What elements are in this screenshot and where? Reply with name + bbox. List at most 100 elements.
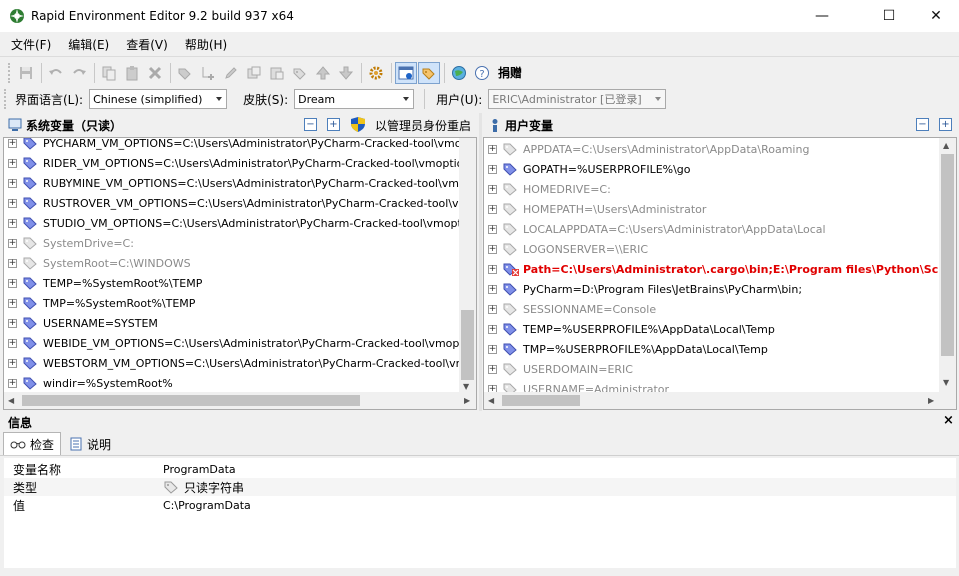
system-variables-list[interactable]: + windir=%SystemRoot% + WEBSTORM_VM_OPTIONS… (3, 137, 477, 410)
expand-icon[interactable]: + (8, 238, 17, 248)
collapse-all-button[interactable]: − (916, 118, 929, 131)
tag-button[interactable] (289, 62, 311, 84)
tab-description[interactable]: 说明 (64, 433, 117, 455)
paste-value-button[interactable] (266, 62, 288, 84)
expand-icon[interactable]: + (488, 304, 497, 314)
maximize-button[interactable]: ☐ (866, 0, 912, 32)
expand-icon[interactable]: + (488, 264, 497, 274)
list-item[interactable]: + USERNAME=SYSTEM (4, 313, 158, 333)
paste-button[interactable] (121, 62, 143, 84)
list-item[interactable]: + TMP=%USERPROFILE%\AppData\Local\Temp (484, 339, 768, 359)
expand-icon[interactable]: + (488, 324, 497, 334)
list-item[interactable]: + TEMP=%USERPROFILE%\AppData\Local\Temp (484, 319, 775, 339)
add-variable-button[interactable] (174, 62, 196, 84)
user-horizontal-scroll-thumb[interactable] (502, 395, 580, 406)
expand-icon[interactable]: + (488, 284, 497, 294)
user-horizontal-scrollbar[interactable]: ◀ ▶ (484, 392, 956, 409)
user-vertical-scrollbar[interactable]: ▲ ▼ (939, 138, 956, 392)
minimize-button[interactable]: — (799, 0, 845, 32)
list-item[interactable]: + SESSIONNAME=Console (484, 299, 656, 319)
menu-help[interactable]: 帮助(H) (179, 36, 233, 53)
expand-icon[interactable]: + (8, 138, 17, 148)
list-item[interactable]: + APPDATA=C:\Users\Administrator\AppData\… (484, 139, 809, 159)
expand-icon[interactable]: + (488, 344, 497, 354)
expand-icon[interactable]: + (8, 278, 17, 288)
list-item[interactable]: + SystemRoot=C:\WINDOWS (4, 253, 191, 273)
list-item[interactable]: + TEMP=%SystemRoot%\TEMP (4, 273, 202, 293)
expand-icon[interactable]: + (8, 218, 17, 228)
expand-icon[interactable]: + (488, 164, 497, 174)
collapse-all-button[interactable]: − (304, 118, 317, 131)
expand-icon[interactable]: + (488, 204, 497, 214)
list-item[interactable]: + GOPATH=%USERPROFILE%\go (484, 159, 691, 179)
optionsbar-grip[interactable] (4, 89, 7, 109)
list-item[interactable]: + HOMEPATH=\Users\Administrator (484, 199, 706, 219)
show-tags-toggle[interactable] (418, 61, 440, 84)
move-down-button[interactable] (335, 62, 357, 84)
menu-file[interactable]: 文件(F) (5, 36, 57, 53)
expand-icon[interactable]: + (488, 144, 497, 154)
list-item[interactable]: + PYCHARM_VM_OPTIONS=C:\Users\Administrat… (4, 138, 476, 153)
menu-view[interactable]: 查看(V) (120, 36, 174, 53)
donate-button[interactable]: 捐赠 (498, 64, 522, 81)
list-item[interactable]: + RUSTROVER_VM_OPTIONS=C:\Users\Administr… (4, 193, 476, 213)
system-horizontal-scrollbar[interactable]: ◀ ▶ (4, 392, 476, 409)
system-horizontal-scroll-thumb[interactable] (22, 395, 360, 406)
expand-icon[interactable]: + (488, 184, 497, 194)
scroll-left-arrow-icon[interactable]: ◀ (8, 396, 14, 405)
list-item[interactable]: + PyCharm=D:\Program Files\JetBrains\PyCh… (484, 279, 802, 299)
list-item[interactable]: + LOCALAPPDATA=C:\Users\Administrator\App… (484, 219, 826, 239)
list-item[interactable]: + HOMEDRIVE=C: (484, 179, 611, 199)
skin-select[interactable]: Dream (294, 89, 415, 109)
add-value-button[interactable] (197, 62, 219, 84)
list-item[interactable]: + TMP=%SystemRoot%\TEMP (4, 293, 195, 313)
panel-splitter[interactable] (479, 113, 482, 411)
copy-button[interactable] (98, 62, 120, 84)
user-select[interactable]: ERIC\Administrator [已登录] (488, 89, 667, 109)
list-item[interactable]: + USERDOMAIN=ERIC (484, 359, 633, 379)
undo-button[interactable] (45, 62, 67, 84)
expand-icon[interactable]: + (8, 178, 17, 188)
expand-all-button[interactable]: + (327, 118, 340, 131)
expand-icon[interactable]: + (8, 198, 17, 208)
list-item[interactable]: + WEBSTORM_VM_OPTIONS=C:\Users\Administra… (4, 353, 476, 373)
system-vertical-scroll-thumb[interactable] (461, 310, 474, 380)
scroll-left-arrow-icon[interactable]: ◀ (488, 396, 494, 405)
expand-icon[interactable]: + (8, 338, 17, 348)
expand-icon[interactable]: + (488, 364, 497, 374)
system-vertical-scrollbar[interactable]: ▼ (459, 138, 476, 392)
delete-button[interactable] (144, 62, 166, 84)
user-vertical-scroll-thumb[interactable] (941, 154, 954, 356)
expand-icon[interactable]: + (8, 298, 17, 308)
help-button[interactable]: ? (471, 62, 493, 84)
info-close-icon[interactable]: × (943, 413, 954, 428)
move-up-button[interactable] (312, 62, 334, 84)
expand-icon[interactable]: + (8, 318, 17, 328)
list-item[interactable]: + WEBIDE_VM_OPTIONS=C:\Users\Administrato… (4, 333, 476, 353)
list-item[interactable]: + LOGONSERVER=\\ERIC (484, 239, 648, 259)
copy-value-button[interactable] (243, 62, 265, 84)
toolbar-grip[interactable] (8, 62, 11, 83)
list-item[interactable]: + SystemDrive=C: (4, 233, 134, 253)
close-button[interactable]: ✕ (913, 0, 959, 32)
expand-icon[interactable]: + (8, 378, 17, 388)
scroll-down-arrow-icon[interactable]: ▼ (463, 382, 469, 391)
list-item[interactable]: + RUBYMINE_VM_OPTIONS=C:\Users\Administra… (4, 173, 476, 193)
list-item[interactable]: + windir=%SystemRoot% (4, 373, 173, 393)
web-button[interactable] (448, 62, 470, 84)
menu-edit[interactable]: 编辑(E) (62, 36, 115, 53)
edit-button[interactable] (220, 62, 242, 84)
list-item[interactable]: + RIDER_VM_OPTIONS=C:\Users\Administrator… (4, 153, 476, 173)
scroll-right-arrow-icon[interactable]: ▶ (928, 396, 934, 405)
expand-icon[interactable]: + (8, 258, 17, 268)
scroll-up-arrow-icon[interactable]: ▲ (943, 141, 949, 150)
expand-icon[interactable]: + (488, 224, 497, 234)
user-variables-list[interactable]: + USERNAME=Administrator + USERDOMAIN=ERIC +… (483, 137, 957, 410)
redo-button[interactable] (68, 62, 90, 84)
scroll-right-arrow-icon[interactable]: ▶ (464, 396, 470, 405)
tab-inspect[interactable]: 检查 (3, 432, 62, 455)
list-item[interactable]: + STUDIO_VM_OPTIONS=C:\Users\Administrato… (4, 213, 476, 233)
expand-icon[interactable]: + (488, 244, 497, 254)
expand-icon[interactable]: + (8, 158, 17, 168)
settings-button[interactable] (365, 62, 387, 84)
